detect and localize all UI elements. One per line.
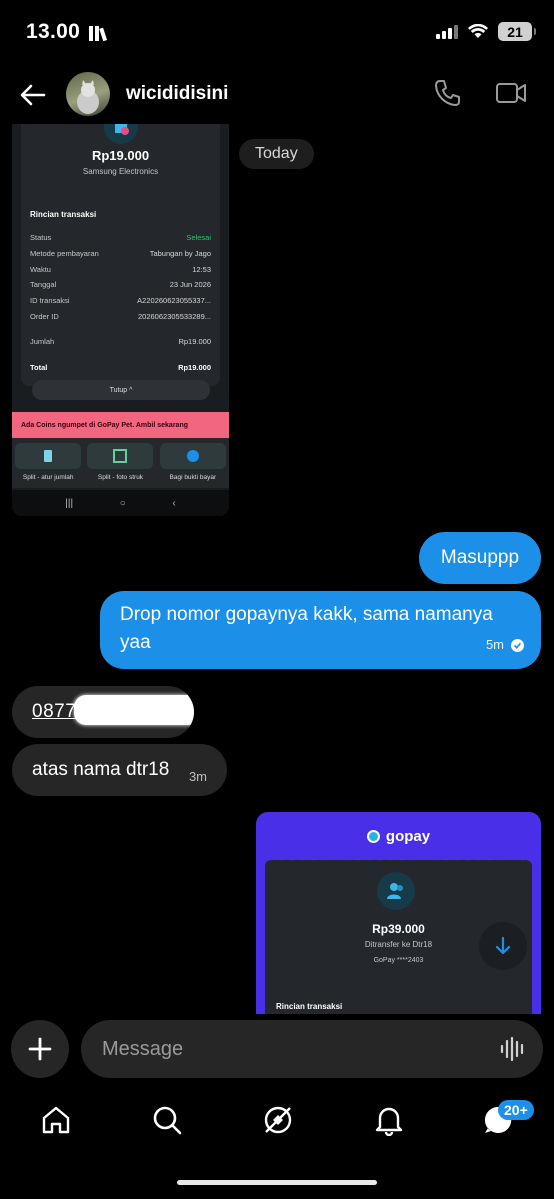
contact-name[interactable]: wicididisini — [126, 83, 228, 105]
redaction-scribble — [74, 695, 194, 725]
receipt-image-samsung[interactable]: Rp19.000 Samsung Electronics Rincian tra… — [12, 124, 229, 516]
recents-icon: ||| — [65, 497, 74, 509]
gopay-logo-icon — [366, 830, 380, 843]
video-call-button[interactable] — [495, 78, 527, 108]
battery-indicator: 21 — [498, 22, 536, 41]
message-incoming[interactable]: atas nama dtr18 3m — [12, 744, 227, 796]
receipt-promo-banner: Ada Coins ngumpet di GoPay Pet. Ambil se… — [12, 412, 229, 438]
status-time: 13.00 — [26, 20, 81, 43]
receipt-row: Status Selesai — [30, 233, 211, 242]
search-icon[interactable] — [151, 1104, 183, 1136]
users-icon — [377, 872, 415, 910]
wifi-icon — [468, 24, 488, 38]
receipt-row: ID transaksi A220260623055337... — [30, 296, 211, 305]
chat-header: wicididisini — [0, 64, 554, 124]
message-outgoing[interactable]: Drop nomor gopaynya kakk, sama namanya y… — [100, 591, 541, 669]
receipt-merchant: Samsung Electronics — [82, 167, 159, 176]
chat-area[interactable]: Rp19.000 Samsung Electronics Rincian tra… — [0, 124, 554, 1014]
gopay-logo: gopay — [256, 828, 541, 845]
status-bar: 13.00 21 — [0, 0, 554, 64]
notifications-icon[interactable] — [373, 1104, 405, 1136]
unread-badge: 20+ — [498, 1100, 534, 1120]
receipt-image-gopay[interactable]: gopay Rp39.000 Ditransfer ke Dtr18 GoPay… — [256, 812, 541, 1014]
back-button[interactable] — [18, 80, 48, 110]
receipt-row: Order ID 2026062305533289... — [30, 312, 211, 321]
activity-icon — [89, 26, 108, 42]
home-circle-icon: ○ — [119, 497, 126, 509]
receipt-amount: Rp19.000 — [91, 148, 150, 163]
home-indicator — [177, 1180, 377, 1185]
receipt-row: Tanggal 23 Jun 2026 — [30, 280, 211, 289]
bottom-nav — [0, 1096, 554, 1156]
explore-icon[interactable] — [262, 1104, 294, 1136]
date-separator: Today — [239, 139, 314, 169]
arrow-down-icon — [495, 936, 511, 955]
signal-icon — [436, 24, 458, 39]
message-outgoing[interactable]: Masuppp — [419, 532, 541, 584]
split-amount-action: Split - atur jumlah — [15, 443, 82, 488]
voice-message-button[interactable] — [500, 1037, 526, 1061]
voice-call-button[interactable] — [432, 78, 462, 108]
avatar-cat-icon — [77, 80, 99, 114]
receipt-row: Jumlah Rp19.000 — [30, 337, 211, 346]
android-nav-bar: ||| ○ ‹ — [12, 490, 229, 516]
scroll-to-bottom-button[interactable] — [479, 922, 527, 970]
receipt-row-total: Total Rp19.000 — [30, 363, 211, 372]
receipt-close-button: Tutup ^ — [32, 380, 210, 400]
back-chevron-icon: ‹ — [172, 497, 176, 509]
receipt-row: Metode pembayaran Tabungan by Jago — [30, 249, 211, 258]
share-icon — [186, 450, 199, 462]
composer — [0, 1016, 554, 1082]
home-icon[interactable] — [40, 1104, 72, 1136]
seen-check-icon — [511, 638, 524, 652]
scan-icon — [113, 449, 128, 463]
receipt-actions: Split - atur jumlah Split - foto struk B… — [12, 438, 229, 488]
message-input[interactable] — [81, 1020, 543, 1078]
share-proof-action: Bagi bukti bayar — [159, 443, 226, 488]
receipt-section-title: Rincian transaksi — [276, 1002, 343, 1011]
message-meta: 5m — [486, 631, 524, 659]
split-photo-action: Split - foto struk — [87, 443, 154, 488]
split-icon — [44, 450, 53, 462]
message-incoming[interactable]: 0877 0802403 — [12, 686, 194, 738]
avatar[interactable] — [66, 72, 110, 116]
receipt-section-title: Rincian transaksi — [30, 210, 97, 219]
receipt-row: Waktu 12:53 — [30, 265, 211, 274]
add-attachment-button[interactable] — [11, 1020, 69, 1078]
plus-icon — [28, 1037, 52, 1061]
